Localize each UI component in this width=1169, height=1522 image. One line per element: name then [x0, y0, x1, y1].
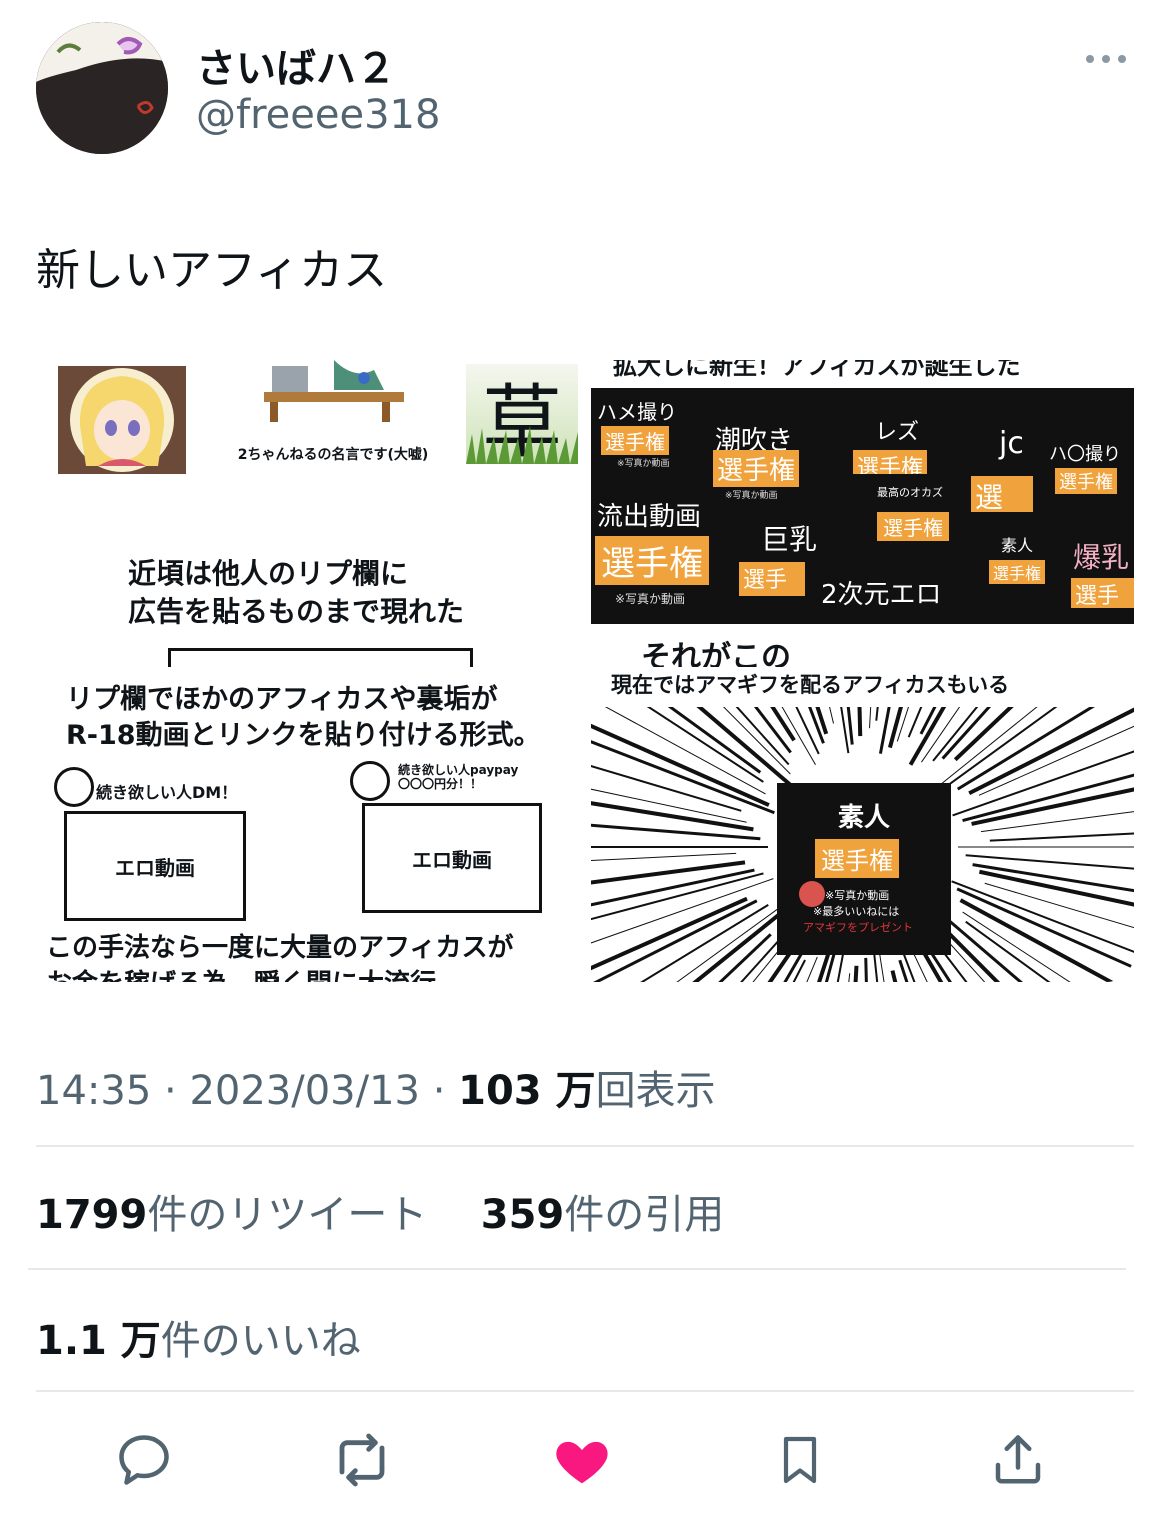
media-image-2[interactable]: 拡大しに新生！アフィカスが誕生した ハメ撮り 選手権 ※写真か動画 潮吹き 選手… [591, 360, 1134, 667]
promo-badge: 選手権 [815, 839, 899, 878]
divider [36, 1390, 1134, 1392]
reply1-text: 続き欲しい人DM！ [96, 783, 238, 802]
tweet-time: 14:35 [36, 1068, 152, 1114]
note-best: 最高のオカズ [877, 486, 943, 499]
tag-9: 素人 [1001, 536, 1034, 555]
tag-7: 巨乳 [761, 523, 818, 556]
note-2: ※写真か動画 [725, 491, 778, 501]
panel4-top: 現在ではアマギフを配るアフィカスもいる [611, 673, 1010, 697]
like-icon[interactable] [544, 1422, 620, 1498]
retweets-label: 件のリツイート [147, 1192, 428, 1238]
tweet-meta: 14:35 · 2023/03/13 · 103 万回表示 [36, 1058, 716, 1116]
promo-title: 素人 [837, 803, 890, 833]
user-handle[interactable]: @freeee318 [196, 92, 440, 138]
promo-note3: アマギフをプレゼント [803, 921, 913, 934]
tag-8: 2次元エロ [821, 580, 942, 610]
tag-5: ハ〇撮り [1049, 444, 1121, 465]
retweet-icon[interactable] [324, 1422, 400, 1498]
quotes-count: 359 [480, 1192, 565, 1238]
desk-illustration [264, 360, 404, 424]
media-image-4[interactable]: 現在ではアマギフを配るアフィカスもいる 素人 選手権 ※写真か動画 ※最多いいね… [591, 673, 1134, 982]
badge-7: 選手権 [739, 562, 805, 596]
action-bar [0, 1410, 1169, 1510]
panel1-box-cut [168, 648, 473, 667]
views-label: 回表示 [595, 1068, 716, 1114]
panel3-line1: リプ欄でほかのアフィカスや裏垢が [66, 684, 498, 715]
promo-note2: ※最多いいねには [813, 905, 900, 918]
media-image-1[interactable]: 2ちゃんねるの名言です(大嘘) 草 近頃は他人のリプ欄に 広告を貼るものまで現れ… [36, 360, 581, 667]
tag-1: ハメ撮り [597, 400, 677, 424]
reply-icon[interactable] [106, 1422, 182, 1498]
panel2-top-cut: 拡大しに新生！アフィカスが誕生した [613, 360, 1021, 380]
panel2-bottom: それがこの [641, 640, 791, 667]
panel1-line1: 近頃は他人のリプ欄に [128, 557, 409, 590]
tweet-text: 新しいアフィカス [36, 245, 388, 296]
panel1-line2: 広告を貼るものまで現れた [128, 595, 465, 628]
caption-small: 2ちゃんねるの名言です(大嘘) [237, 447, 429, 463]
badge-5: 選手権 [1055, 468, 1117, 494]
promo-note1: ※写真か動画 [825, 889, 890, 902]
tweet-date: 2023/03/13 [189, 1068, 420, 1114]
likes-count: 1.1 万 [36, 1318, 161, 1364]
media-image-3[interactable]: リプ欄でほかのアフィカスや裏垢が R-18動画とリンクを貼り付ける形式。 続き欲… [36, 673, 581, 982]
reply2-box: エロ動画 [362, 803, 542, 913]
reply1-box: エロ動画 [64, 811, 246, 921]
reply1-avatar-circle [54, 767, 94, 807]
tag-3: レズ [875, 420, 920, 445]
reply1-box-label: エロ動画 [115, 855, 195, 880]
likes-link[interactable]: 1.1 万件のいいね [36, 1308, 361, 1366]
display-name[interactable]: さいばハ２ [196, 36, 396, 94]
retweets-count: 1799 [36, 1192, 148, 1238]
avatar[interactable] [36, 22, 168, 154]
quotes-label: 件の引用 [564, 1192, 725, 1238]
panel3-line2: R-18動画とリンクを貼り付ける形式。 [66, 720, 541, 751]
retweets-link[interactable]: 1799件のリツイート [36, 1192, 427, 1238]
bookmark-icon[interactable] [762, 1422, 838, 1498]
more-icon[interactable] [1084, 44, 1128, 74]
badge-4: 選手権 [971, 476, 1033, 512]
promo-card: 素人 選手権 ※写真か動画 ※最多いいねには アマギフをプレゼント [777, 783, 951, 955]
reply2-text-a: 続き欲しい人paypay [398, 763, 519, 777]
panel3-bottom2: お金を稼げる為、瞬く間に大流行 [46, 963, 436, 982]
panel3-bottom1: この手法なら一度に大量のアフィカスが [46, 933, 514, 963]
media-grid[interactable]: 2ちゃんねるの名言です(大嘘) 草 近頃は他人のリプ欄に 広告を貼るものまで現れ… [36, 360, 1134, 982]
badge-1: 選手権 [601, 426, 669, 455]
badge-2: 選手権 [713, 450, 800, 487]
grass-image: 草 [466, 364, 578, 469]
badge-3: 選手権 [853, 450, 928, 474]
note-1: ※写真か動画 [617, 459, 670, 469]
reply2-text-b: 〇〇〇円分！！ [398, 777, 483, 791]
divider [36, 1145, 1134, 1147]
likes-label: 件のいいね [160, 1318, 361, 1364]
views-count: 103 万 [458, 1068, 596, 1114]
divider [28, 1268, 1126, 1270]
retweet-quote-stats: 1799件のリツイート 359件の引用 [36, 1182, 724, 1240]
badge-best: 選手権 [877, 512, 949, 541]
meta-separator: · [164, 1068, 190, 1114]
quotes-link[interactable]: 359件の引用 [481, 1192, 725, 1238]
badge-10: 選手権 [1071, 578, 1134, 608]
tag-4: jc [999, 426, 1024, 461]
tag-10: 爆乳 [1073, 541, 1130, 574]
note-6: ※写真か動画 [615, 592, 686, 606]
meta-separator: · [432, 1068, 459, 1114]
badge-9: 選手権 [989, 560, 1046, 584]
panel2-black-area: ハメ撮り 選手権 ※写真か動画 潮吹き 選手権 ※写真か動画 レズ 選手権 最高… [591, 388, 1134, 624]
reply2-box-label: エロ動画 [412, 847, 492, 872]
badge-6: 選手権 [595, 536, 709, 585]
share-icon[interactable] [980, 1422, 1056, 1498]
reply2-avatar-circle [350, 761, 390, 801]
tag-6: 流出動画 [597, 502, 702, 532]
anime-avatar-image [58, 366, 186, 474]
